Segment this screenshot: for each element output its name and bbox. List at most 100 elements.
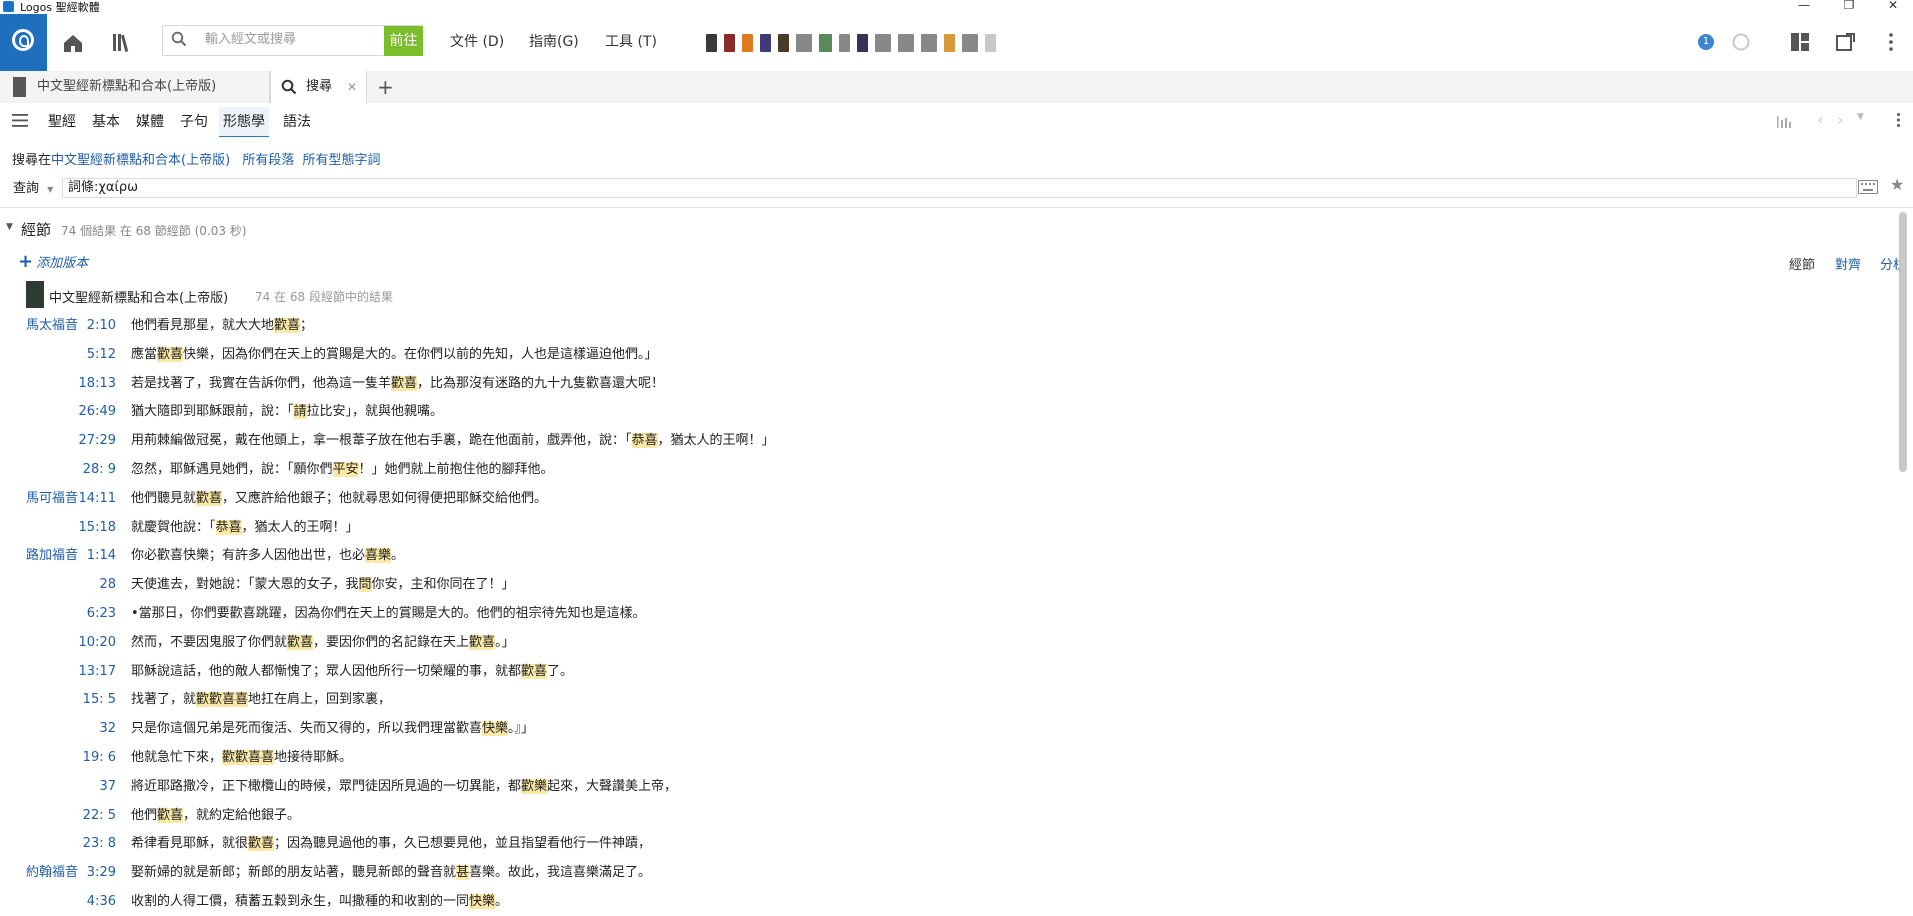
scope-passages-link[interactable]: 所有段落 <box>242 153 294 168</box>
highlight-match[interactable]: 恭喜 <box>631 433 658 449</box>
view-align-button[interactable]: 對齊 <box>1835 254 1861 273</box>
verse-row[interactable]: 26:49 猶大隨即到耶穌跟前，說：「請拉比安」，就與他親嘴。 <box>0 401 1880 423</box>
shelf-resource-icon[interactable] <box>985 34 996 52</box>
verse-ref-link[interactable]: 28 <box>99 574 116 596</box>
forward-arrow-icon[interactable]: › <box>1837 110 1843 129</box>
shelf-resource-icon[interactable] <box>796 34 812 52</box>
verse-ref-link[interactable]: 10:20 <box>79 632 116 654</box>
verse-row[interactable]: 15:18 就慶賀他說：「恭喜，猶太人的王啊！」 <box>0 517 1880 539</box>
verse-ref-link[interactable]: 32 <box>99 718 116 740</box>
highlight-match[interactable]: 歡喜 <box>391 375 418 391</box>
search-nav-morph[interactable]: 形態學 <box>219 107 269 138</box>
verse-row[interactable]: 馬可福音 14:11 他們聽見就歡喜，又應許給他銀子；他就尋思如何得便把耶穌交給他們… <box>0 488 1880 510</box>
highlight-match[interactable]: 甚 <box>456 865 470 881</box>
book-name-link[interactable]: 馬可福音 <box>26 488 78 510</box>
verse-ref-link[interactable]: 1:14 <box>87 545 116 567</box>
search-nav-bible[interactable]: 聖經 <box>48 111 76 131</box>
verse-ref-link[interactable]: 5:12 <box>87 344 116 366</box>
verse-row[interactable]: 10:20 然而，不要因鬼服了你們就歡喜，要因你們的名記錄在天上歡喜。」 <box>0 632 1880 654</box>
verse-row[interactable]: 28 天使進去，對她說：「蒙大恩的女子，我問你安，主和你同在了！」 <box>0 574 1880 596</box>
shelf-resource-icon[interactable] <box>706 34 717 52</box>
add-tab-button[interactable]: + <box>377 71 394 103</box>
verse-ref-link[interactable]: 19: 6 <box>83 747 116 769</box>
logos-home-button[interactable] <box>0 14 47 71</box>
verse-ref-link[interactable]: 3:29 <box>87 862 116 884</box>
verse-ref-link[interactable]: 15: 5 <box>83 689 116 711</box>
query-type-dropdown[interactable]: 查詢 ▼ <box>13 177 53 196</box>
minimize-button[interactable]: — <box>1784 0 1824 12</box>
verse-ref-link[interactable]: 13:17 <box>79 661 116 683</box>
search-nav-clause[interactable]: 子句 <box>180 111 208 131</box>
verse-ref-link[interactable]: 6:23 <box>87 603 116 625</box>
verse-ref-link[interactable]: 18:13 <box>79 373 116 395</box>
highlight-match[interactable]: 歡歡喜喜 <box>196 692 249 708</box>
verse-row[interactable]: 18:13 若是找著了，我實在告訴你們，他為這一隻羊歡喜，比為那沒有迷路的九十九隻… <box>0 373 1880 395</box>
verse-row[interactable]: 28: 9 忽然，耶穌遇見她們，說：「願你們平安！」她們就上前抱住他的腳拜他。 <box>0 459 1880 481</box>
highlight-match[interactable]: 歡樂 <box>521 778 548 794</box>
library-icon[interactable] <box>111 32 135 54</box>
shelf-resource-icon[interactable] <box>819 34 832 52</box>
book-name-link[interactable]: 約翰福音 <box>26 862 78 884</box>
search-nav-syntax[interactable]: 語法 <box>283 111 311 131</box>
verse-row[interactable]: 32 只是你這個兄弟是死而復活、失而又得的，所以我們理當歡喜快樂。』」 <box>0 718 1880 740</box>
verse-row[interactable]: 4:36 收割的人得工價，積蓄五穀到永生，叫撒種的和收割的一同快樂。 <box>0 891 1880 913</box>
shelf-resource-icon[interactable] <box>778 34 789 52</box>
close-window-button[interactable]: ✕ <box>1873 0 1913 12</box>
verse-ref-link[interactable]: 2:10 <box>87 315 116 337</box>
shelf-resource-icon[interactable] <box>944 34 955 52</box>
scrollbar-thumb[interactable] <box>1899 212 1907 472</box>
verse-row[interactable]: 27:29 用荊棘編做冠冕，戴在他頭上，拿一根葦子放在他右手裏，跪在他面前，戲弄他… <box>0 430 1880 452</box>
close-tab-icon[interactable]: ✕ <box>347 71 357 103</box>
panel-more-icon[interactable] <box>1896 112 1901 128</box>
highlight-match[interactable]: 快樂 <box>482 721 509 737</box>
shelf-resource-icon[interactable] <box>921 34 937 52</box>
verse-row[interactable]: 路加福音 1:14 你必歡喜快樂；有許多人因他出世，也必喜樂。 <box>0 545 1880 567</box>
verse-row[interactable]: 23: 8 希律看見耶穌，就很歡喜；因為聽見過他的事，久已想要見他，並且指望看他行… <box>0 833 1880 855</box>
query-input[interactable]: 詞條:χαίρω <box>62 178 1857 198</box>
highlight-match[interactable]: 歡喜 <box>196 490 223 506</box>
notification-badge[interactable]: 1 <box>1698 34 1714 50</box>
verse-row[interactable]: 15: 5 找著了，就歡歡喜喜地扛在肩上，回到家裏， <box>0 689 1880 711</box>
highlight-match[interactable]: 歡喜 <box>157 346 184 362</box>
shelf-resource-icon[interactable] <box>857 34 868 52</box>
menu-documents[interactable]: 文件 (D) <box>450 31 504 51</box>
history-dropdown-icon[interactable]: ▼ <box>1857 112 1864 122</box>
verse-row[interactable]: 馬太福音 2:10 他們看見那星，就大大地歡喜； <box>0 315 1880 337</box>
shelf-resource-icon[interactable] <box>760 34 771 52</box>
verse-ref-link[interactable]: 37 <box>99 776 116 798</box>
verse-ref-link[interactable]: 22: 5 <box>83 805 116 827</box>
shelf-resource-icon[interactable] <box>742 34 753 52</box>
results-scrollbar[interactable] <box>1897 207 1909 916</box>
highlight-match[interactable]: 歡歡喜喜 <box>222 750 275 765</box>
back-arrow-icon[interactable]: ‹ <box>1817 110 1823 129</box>
highlight-match[interactable]: 歡喜 <box>469 634 496 650</box>
scope-resource-link[interactable]: 中文聖經新標點和合本(上帝版) <box>51 153 230 168</box>
home-icon[interactable] <box>62 32 84 54</box>
search-nav-media[interactable]: 媒體 <box>136 111 164 131</box>
highlight-match[interactable]: 歡喜 <box>521 663 548 679</box>
restore-button[interactable]: ❐ <box>1829 0 1869 12</box>
panel-menu-icon[interactable] <box>12 114 28 127</box>
highlight-match[interactable]: 問 <box>358 577 372 593</box>
layouts-icon[interactable] <box>1790 32 1810 52</box>
sync-icon[interactable] <box>1731 32 1751 52</box>
chart-icon[interactable] <box>1776 114 1792 128</box>
add-version-button[interactable]: + 添加版本 <box>18 251 88 272</box>
highlight-match[interactable]: 歡喜 <box>248 836 275 852</box>
highlight-match[interactable]: 歡喜 <box>274 318 301 333</box>
view-verses-button[interactable]: 經節 <box>1789 254 1815 273</box>
verse-row[interactable]: 約翰福音 3:29 娶新婦的就是新郎；新郎的朋友站著，聽見新郎的聲音就甚喜樂。故此，… <box>0 862 1880 884</box>
collapse-icon[interactable]: ▼ <box>6 222 13 232</box>
verse-ref-link[interactable]: 27:29 <box>79 430 116 452</box>
highlight-match[interactable]: 快樂 <box>469 894 496 909</box>
shelf-resource-icon[interactable] <box>875 34 891 52</box>
panel-new-window-icon[interactable] <box>1836 32 1856 52</box>
tab-search[interactable]: 搜尋 ✕ <box>270 71 367 104</box>
verse-row[interactable]: 13:17 耶穌說這話，他的敵人都慚愧了；眾人因他所行一切榮耀的事，就都歡喜了。 <box>0 661 1880 683</box>
highlight-match[interactable]: 歡喜 <box>287 634 314 650</box>
shelf-resource-icon[interactable] <box>839 34 850 52</box>
highlight-match[interactable]: 喜樂 <box>365 548 392 564</box>
resource-name[interactable]: 中文聖經新標點和合本(上帝版) <box>49 287 228 306</box>
verse-row[interactable]: 6:23 •當那日，你們要歡喜跳躍，因為你們在天上的賞賜是大的。他們的祖宗待先知也… <box>0 603 1880 625</box>
verse-ref-link[interactable]: 23: 8 <box>83 833 116 855</box>
